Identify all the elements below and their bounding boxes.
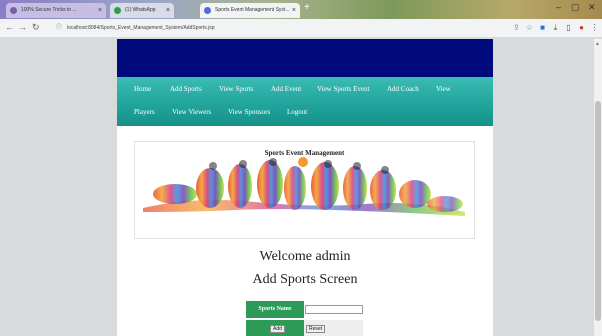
tab-favicon-icon [114,7,121,14]
reload-icon[interactable]: ↻ [32,22,40,33]
close-window-button[interactable]: ✕ [588,2,596,13]
hero-image-box: Sports Event Management [134,141,475,239]
nav-view-viewers[interactable]: View Viewers [172,108,211,116]
add-button[interactable]: Add [270,325,285,333]
back-icon[interactable]: ← [5,22,14,32]
download-icon[interactable]: ⤓ [551,23,560,32]
nav-logout[interactable]: Logout [287,108,307,116]
side-panel-icon[interactable]: ▯ [564,23,573,32]
new-tab-button[interactable]: + [304,2,310,13]
tab-label: Sports Event Management Syst... [215,7,290,13]
page-container: Home Add Sports View Sports Add Event Vi… [117,39,493,336]
tab-close-icon[interactable]: × [98,3,102,18]
site-info-icon[interactable]: ⓘ [56,22,62,35]
tab-label: 100% Secure Tricks to ... [21,7,77,13]
tab-favicon-icon [10,7,17,14]
nav-home[interactable]: Home [134,85,151,93]
browser-tab[interactable]: (1) WhatsApp × [110,3,174,18]
nav-view-sports[interactable]: View Sports [219,85,253,93]
scroll-up-icon[interactable]: ▲ [595,41,600,47]
nav-view-sponsors[interactable]: View Sponsors [228,108,270,116]
main-navigation: Home Add Sports View Sports Add Event Vi… [117,77,493,126]
tab-close-icon[interactable]: × [292,3,296,18]
tab-favicon-icon [204,7,211,14]
nav-view-players-cont[interactable]: Players [134,108,155,116]
reset-button[interactable]: Reset [306,325,326,333]
browser-tab[interactable]: 100% Secure Tricks to ... × [6,3,106,18]
address-bar[interactable]: ⓘ localhost:8084/Sports_Event_Management… [56,22,506,35]
vertical-scrollbar[interactable]: ▲ [594,39,602,336]
browser-tab-bar: 100% Secure Tricks to ... × (1) WhatsApp… [0,0,602,19]
tab-close-icon[interactable]: × [166,3,170,18]
sports-name-label: Sports Name [246,301,304,318]
menu-icon[interactable]: ⋮ [590,23,599,32]
welcome-message: Welcome admin [259,249,351,264]
page-title: Add Sports Screen [252,272,358,287]
sports-silhouettes-illustration [143,157,465,216]
header-banner [117,39,493,77]
minimize-button[interactable]: – [556,2,561,12]
bookmark-star-icon[interactable]: ☆ [525,23,534,32]
nav-view-players[interactable]: View [436,85,451,93]
nav-add-sports[interactable]: Add Sports [170,85,202,93]
share-icon[interactable]: ⇪ [512,23,521,32]
nav-add-event[interactable]: Add Event [271,85,301,93]
forward-icon[interactable]: → [18,22,27,32]
scrollbar-thumb[interactable] [595,101,601,321]
page-viewport: Home Add Sports View Sports Add Event Vi… [0,39,594,336]
browser-tab-active[interactable]: Sports Event Management Syst... × [200,3,300,18]
nav-add-coach[interactable]: Add Coach [387,85,419,93]
nav-view-sports-event[interactable]: View Sports Event [317,85,369,93]
maximize-button[interactable]: ▢ [571,2,580,13]
profile-avatar[interactable]: ● [577,23,586,32]
extension-icon[interactable]: ■ [538,23,547,32]
tab-label: (1) WhatsApp [125,7,156,13]
address-url: localhost:8084/Sports_Event_Management_S… [67,25,215,31]
browser-toolbar: ← → ↻ ⓘ localhost:8084/Sports_Event_Mana… [0,19,602,38]
sports-name-input[interactable] [305,305,363,314]
